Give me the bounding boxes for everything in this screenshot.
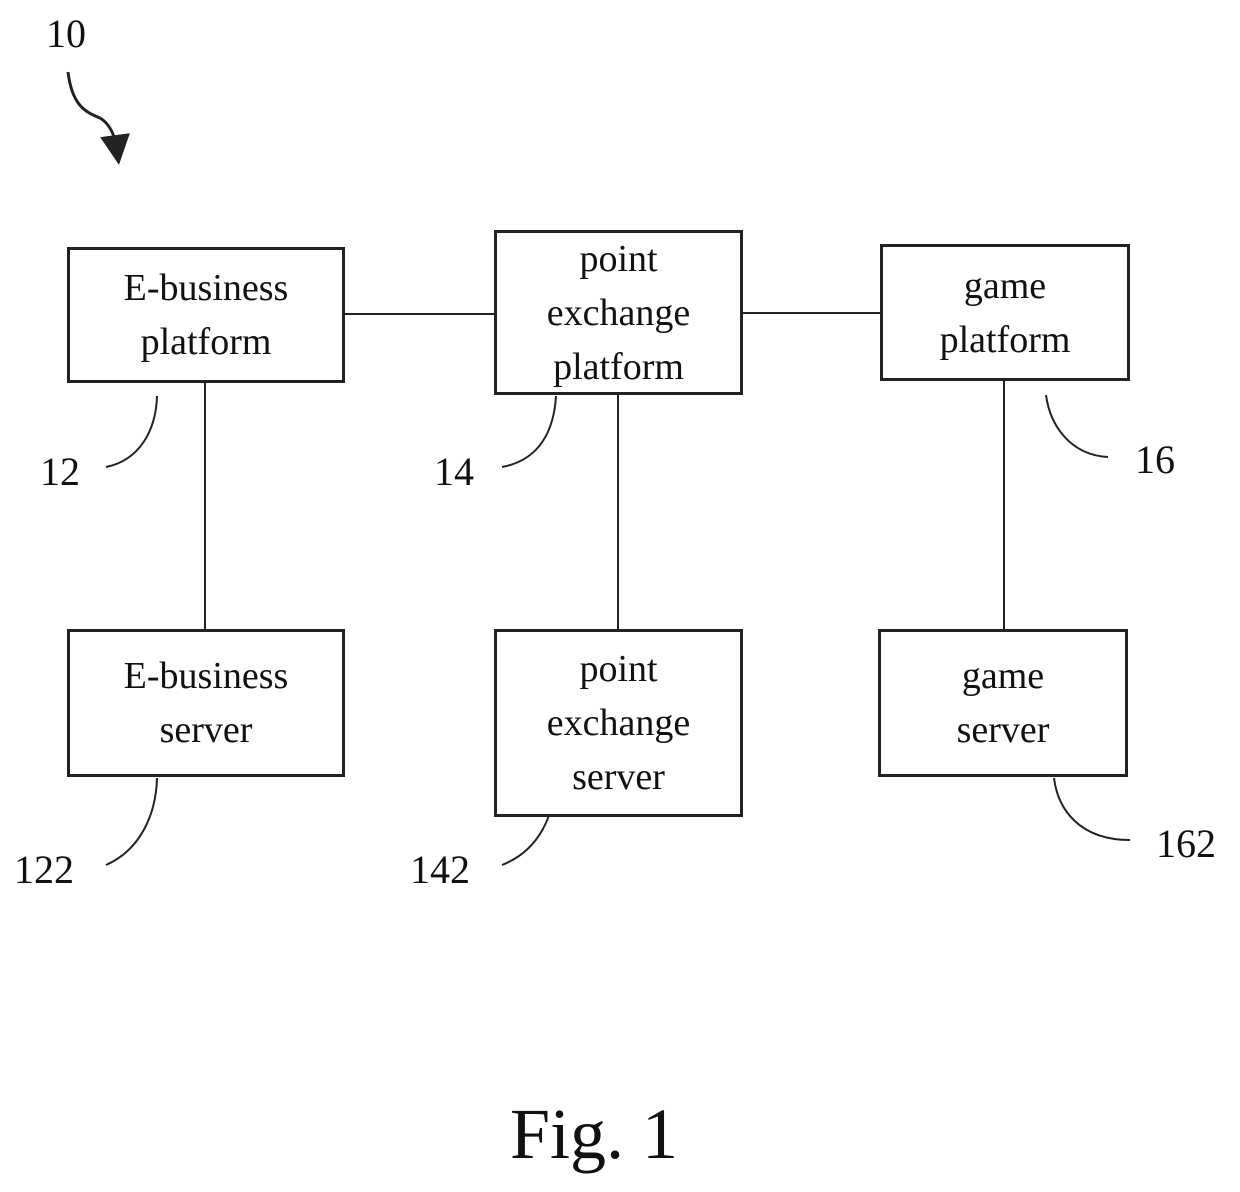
node-line: game <box>961 655 1045 697</box>
node-line: E-business <box>123 655 289 697</box>
connector-layer <box>66 71 1131 866</box>
game-platform-box: game platform <box>880 244 1130 381</box>
ref-label-122: 122 <box>14 847 74 892</box>
node-line: exchange <box>546 702 691 744</box>
node-line: point <box>579 648 658 690</box>
leader-line-14 <box>501 395 557 468</box>
ebusiness-platform-box: E-business platform <box>67 247 345 383</box>
ref-label-14: 14 <box>434 449 474 494</box>
node-line: platform <box>939 318 1071 361</box>
game-server-box: game server <box>878 629 1128 777</box>
node-line: server <box>572 756 665 798</box>
ref-label-16: 16 <box>1135 437 1175 482</box>
node-line: point <box>579 237 658 280</box>
ref-label-12: 12 <box>40 449 80 494</box>
point-exchange-server-box: point exchange server <box>494 629 743 817</box>
leader-line-16 <box>1045 394 1109 458</box>
figure-caption: Fig. 1 <box>510 1094 679 1174</box>
node-line: E-business <box>123 267 289 309</box>
node-line: server <box>159 709 253 751</box>
ref-label-162: 162 <box>1156 821 1216 866</box>
system-arrow-icon <box>66 71 130 165</box>
leader-line-12 <box>105 395 158 468</box>
node-line: platform <box>140 321 272 363</box>
node-line: server <box>956 709 1050 751</box>
system-ref-label: 10 <box>46 11 86 56</box>
ebusiness-server-box: E-business server <box>67 629 345 777</box>
node-line: game <box>963 264 1047 307</box>
node-line: platform <box>553 345 684 388</box>
node-line: exchange <box>546 291 691 334</box>
leader-line-122 <box>105 777 158 866</box>
ref-label-142: 142 <box>410 847 470 892</box>
leader-line-162 <box>1053 777 1131 841</box>
point-exchange-platform-box: point exchange platform <box>494 230 743 395</box>
